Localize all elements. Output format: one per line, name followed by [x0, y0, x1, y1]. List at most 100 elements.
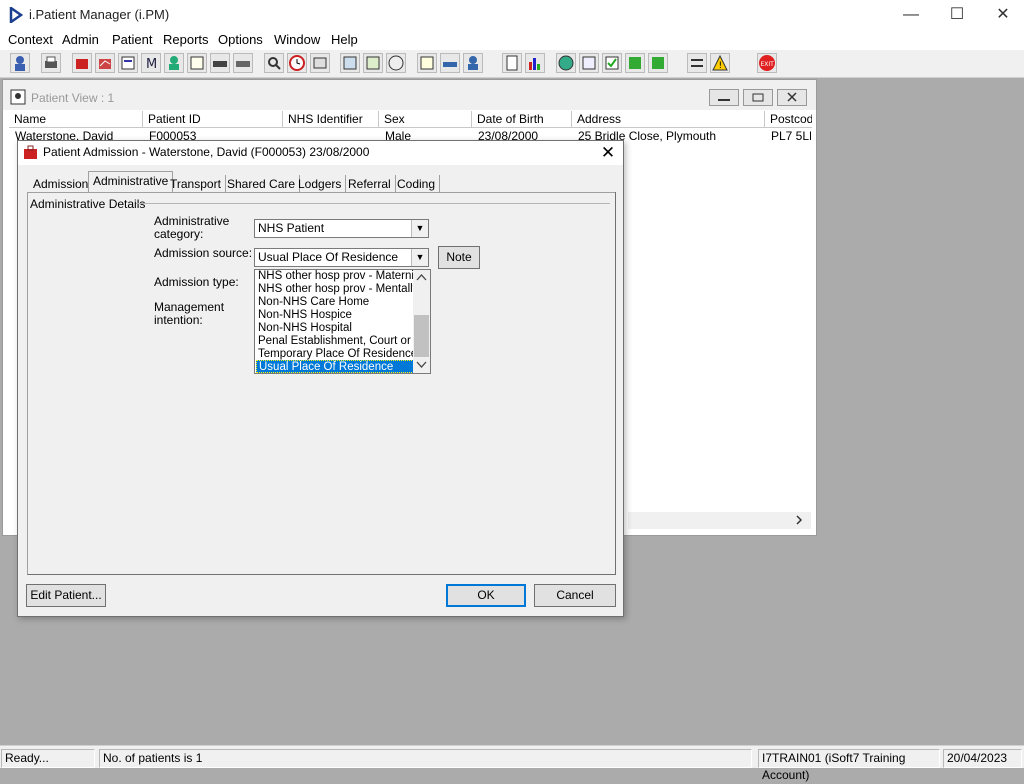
import-icon[interactable] [625, 53, 645, 73]
tab-coding[interactable]: Coding [393, 175, 441, 193]
dialog-close-button[interactable]: ✕ [596, 141, 620, 165]
export-icon[interactable] [648, 53, 668, 73]
list-item[interactable]: Non-NHS Care Home [256, 296, 414, 309]
patient-count: No. of patients is 1 [99, 749, 752, 768]
patient-grid-header: Name Patient ID NHS Identifier Sex Date … [9, 111, 812, 128]
column-name[interactable]: Name [9, 111, 143, 128]
bed-icon[interactable] [440, 53, 460, 73]
pv-restore-button[interactable] [743, 89, 773, 106]
tab-transport[interactable]: Transport [166, 175, 226, 193]
mail-icon[interactable]: M [141, 53, 161, 73]
ok-button[interactable]: OK [446, 584, 526, 607]
menu-options[interactable]: Options [218, 32, 263, 47]
patient-view-titlebar: Patient View : 1 [3, 80, 816, 110]
admin-category-value: NHS Patient [258, 221, 325, 235]
list-item[interactable]: Penal Establishment, Court or Police [256, 335, 414, 348]
outpatient-icon[interactable] [363, 53, 383, 73]
row-postcode: PL7 5LF [771, 129, 811, 143]
document-icon[interactable] [502, 53, 522, 73]
edit-patient-button[interactable]: Edit Patient... [26, 584, 106, 607]
horizontal-scrollbar[interactable] [628, 512, 811, 529]
list-item[interactable]: Non-NHS Hospital [256, 322, 414, 335]
scrollbar-thumb[interactable] [414, 315, 429, 357]
column-postcode[interactable]: Postcode [765, 111, 812, 128]
admission-source-dropdown[interactable]: NHS other hosp prov - Maternity NHS othe… [254, 269, 431, 374]
list-item[interactable]: Non-NHS Hospice [256, 309, 414, 322]
tab-referral[interactable]: Referral [344, 175, 396, 193]
search-icon[interactable] [264, 53, 284, 73]
admission-source-combo[interactable]: Usual Place Of Residence ▼ [254, 248, 429, 267]
warning-icon[interactable]: ! [710, 53, 730, 73]
menu-admin[interactable]: Admin [62, 32, 99, 47]
minimize-button[interactable]: — [888, 0, 934, 30]
column-sex[interactable]: Sex [379, 111, 472, 128]
clinic-icon[interactable] [340, 53, 360, 73]
svg-text:EXIT: EXIT [761, 61, 775, 68]
admin-category-combo[interactable]: NHS Patient ▼ [254, 219, 429, 238]
column-dob[interactable]: Date of Birth [472, 111, 572, 128]
column-nhs-identifier[interactable]: NHS Identifier [283, 111, 379, 128]
maximize-button[interactable]: ☐ [934, 0, 980, 30]
scroll-right-icon[interactable] [794, 515, 804, 525]
column-patient-id[interactable]: Patient ID [143, 111, 283, 128]
admission-type-label: Admission type: [154, 275, 239, 289]
chevron-down-icon[interactable]: ▼ [411, 220, 428, 237]
patient-view-title: Patient View : 1 [31, 91, 115, 105]
worklist-icon[interactable] [579, 53, 599, 73]
transfer-icon[interactable] [233, 53, 253, 73]
menu-patient[interactable]: Patient [112, 32, 152, 47]
scroll-down-icon[interactable] [416, 361, 427, 369]
scroll-up-icon[interactable] [416, 273, 427, 281]
menu-context[interactable]: Context [8, 32, 53, 47]
admission-source-label: Admission source: [154, 246, 253, 260]
patient-admission-dialog: Patient Admission - Waterstone, David (F… [17, 140, 624, 617]
globe-icon[interactable] [556, 53, 576, 73]
column-address[interactable]: Address [572, 111, 765, 128]
admission-source-value: Usual Place Of Residence [258, 250, 399, 264]
list-icon[interactable] [310, 53, 330, 73]
menu-help[interactable]: Help [331, 32, 358, 47]
chevron-down-icon[interactable]: ▼ [411, 249, 428, 266]
chart-icon[interactable] [95, 53, 115, 73]
print-icon[interactable] [41, 53, 61, 73]
admission-icon [24, 145, 37, 159]
notes-icon[interactable] [187, 53, 207, 73]
pv-close-button[interactable] [777, 89, 807, 106]
patient-search-icon[interactable] [10, 53, 30, 73]
swap-icon[interactable] [687, 53, 707, 73]
list-item[interactable]: NHS other hosp prov - Maternity [256, 270, 414, 283]
status-date: 20/04/2023 [943, 749, 1022, 768]
pv-minimize-button[interactable] [709, 89, 739, 106]
list-item[interactable]: NHS other hosp prov - Mentally Ill [256, 283, 414, 296]
tab-admission[interactable]: Admission [29, 175, 94, 193]
note-button[interactable]: Note [438, 246, 480, 269]
list-item-selected[interactable]: Usual Place Of Residence [256, 360, 414, 373]
svg-text:M: M [146, 57, 157, 72]
referral-icon[interactable] [417, 53, 437, 73]
menu-reports[interactable]: Reports [163, 32, 209, 47]
app-title-bar: i.Patient Manager (i.PM) — ☐ ✕ [0, 0, 1024, 30]
admin-category-label: Administrative category: [154, 214, 230, 241]
admission-icon[interactable] [72, 53, 92, 73]
compass-icon[interactable] [386, 53, 406, 73]
svg-text:!: ! [719, 61, 723, 71]
account-info: I7TRAIN01 (iSoft7 Training Account) [758, 749, 940, 782]
tab-lodgers[interactable]: Lodgers [294, 175, 347, 193]
tab-administrative[interactable]: Administrative [88, 171, 174, 193]
dropdown-scrollbar[interactable] [413, 270, 430, 373]
group-label: Administrative Details [30, 197, 146, 211]
form-icon[interactable] [118, 53, 138, 73]
checklist-icon[interactable] [602, 53, 622, 73]
ambulance-icon[interactable] [210, 53, 230, 73]
close-button[interactable]: ✕ [980, 0, 1024, 30]
cancel-button[interactable]: Cancel [534, 584, 616, 607]
management-intention-label: Management intention: [154, 300, 225, 327]
dialog-title: Patient Admission - Waterstone, David (F… [43, 145, 370, 159]
clock-icon[interactable] [287, 53, 307, 73]
staff-icon[interactable] [463, 53, 483, 73]
doctor-icon[interactable] [164, 53, 184, 73]
bar-chart-icon[interactable] [525, 53, 545, 73]
exit-icon[interactable]: EXIT [757, 53, 777, 73]
tab-shared-care[interactable]: Shared Care [223, 175, 301, 193]
menu-window[interactable]: Window [274, 32, 320, 47]
